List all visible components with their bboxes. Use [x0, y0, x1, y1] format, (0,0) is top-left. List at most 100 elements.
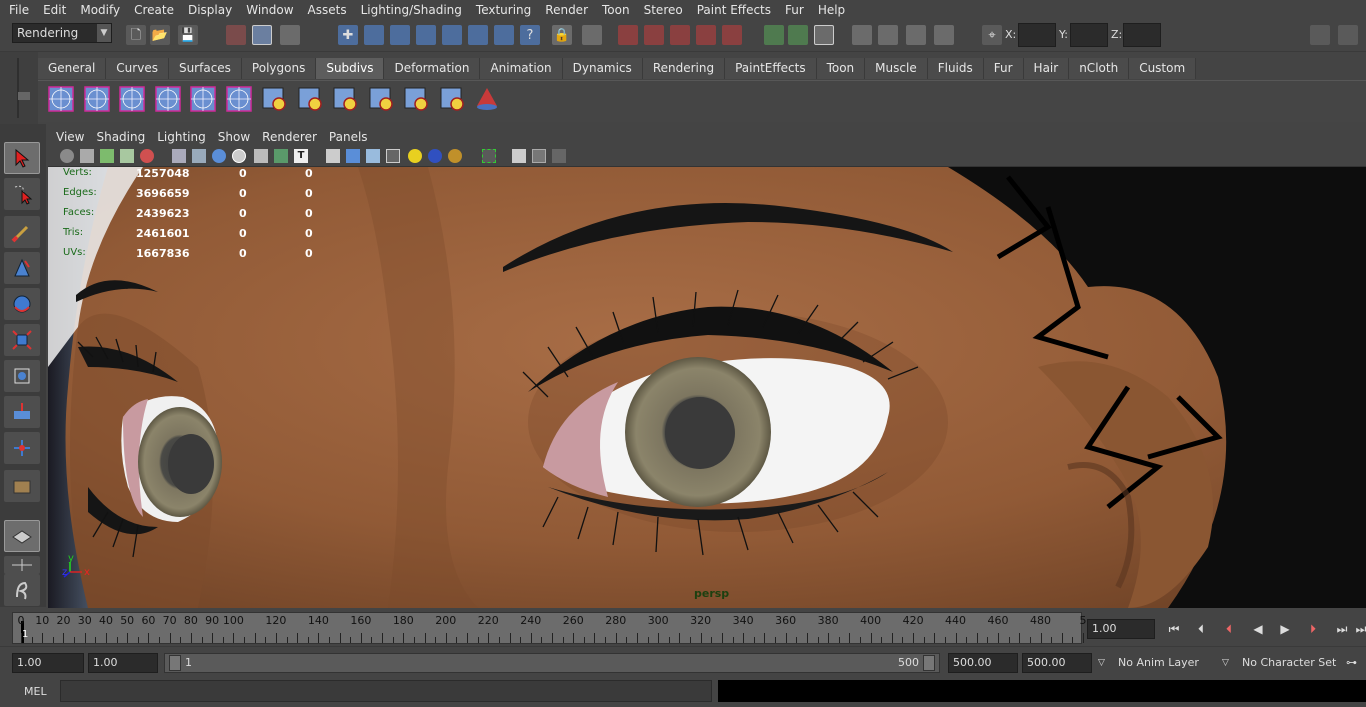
perspective-viewport[interactable]: Verts: 1257048 0 0 Edges: 3696659 0 0 Faces: 2439… — [48, 167, 1366, 608]
pick-deformations-icon[interactable] — [442, 25, 462, 45]
share-icon[interactable] — [552, 149, 566, 163]
shelf-tab-hair[interactable]: Hair — [1023, 58, 1070, 79]
smooth-shade-all-icon[interactable] — [192, 149, 206, 163]
shelf-tab-dynamics[interactable]: Dynamics — [562, 58, 643, 79]
grid-toggle-icon[interactable] — [140, 149, 154, 163]
shelf-tab-subdivs[interactable]: Subdivs — [316, 58, 385, 79]
shelf-tab-ncloth[interactable]: nCloth — [1069, 58, 1130, 79]
menu-window[interactable]: Window — [239, 0, 300, 21]
shelf-tab-toon[interactable]: Toon — [816, 58, 866, 79]
input-line-mode-icon[interactable]: ⌖ — [982, 25, 1002, 45]
shelf-tab-painteffects[interactable]: PaintEffects — [725, 58, 817, 79]
open-scene-icon[interactable]: 📂 — [150, 25, 170, 45]
shelf-tab-custom[interactable]: Custom — [1129, 58, 1197, 79]
subdiv-cylinder-icon[interactable] — [117, 84, 147, 114]
subdiv-tool-icon[interactable] — [295, 84, 325, 114]
menu-display[interactable]: Display — [181, 0, 239, 21]
range-start-handle[interactable] — [169, 655, 181, 671]
range-end-handle[interactable] — [923, 655, 935, 671]
lock-selection-icon[interactable]: 🔒 — [552, 25, 572, 45]
soft-modification-tool-icon[interactable] — [4, 396, 40, 428]
shelf-tab-surfaces[interactable]: Surfaces — [168, 58, 242, 79]
make-live-icon[interactable] — [722, 25, 742, 45]
pick-joints-icon[interactable] — [364, 25, 384, 45]
highlight-selection-icon[interactable] — [582, 25, 602, 45]
shelf-tab-fluids[interactable]: Fluids — [927, 58, 984, 79]
chevron-down-icon[interactable]: ▽ — [1222, 653, 1229, 673]
shaded-icon[interactable] — [346, 149, 360, 163]
play-forwards-icon[interactable]: ▶ — [1275, 620, 1295, 638]
subdiv-proxy-icon[interactable] — [472, 84, 502, 114]
new-scene-icon[interactable]: 🗋 — [126, 25, 146, 45]
image-plane-icon[interactable] — [120, 149, 134, 163]
single-perspective-layout-icon[interactable] — [4, 520, 40, 552]
snap-curve-icon[interactable] — [644, 25, 664, 45]
pick-handles-icon[interactable]: ✚ — [338, 25, 358, 45]
panel-menu-view[interactable]: View — [50, 130, 90, 144]
wireframe-on-shaded-icon[interactable] — [212, 149, 226, 163]
play-backwards-icon[interactable]: ◀ — [1248, 620, 1268, 638]
input-output-icon[interactable] — [764, 25, 784, 45]
shelf-tab-muscle[interactable]: Muscle — [865, 58, 928, 79]
textured-icon[interactable] — [274, 149, 288, 163]
shelf-tab-curves[interactable]: Curves — [106, 58, 169, 79]
shelf-tab-animation[interactable]: Animation — [480, 58, 563, 79]
hypershade-icon[interactable] — [906, 25, 926, 45]
time-ruler[interactable]: 1 0 10 20 30 40 50 60 70 80 90 100 120 140 160 180 200 2… — [12, 612, 1087, 644]
shelf-tab-deformation[interactable]: Deformation — [384, 58, 481, 79]
attribute-editor-icon[interactable] — [1310, 25, 1330, 45]
menu-file[interactable]: File — [2, 0, 36, 21]
shelf-tab-general[interactable]: General — [38, 58, 107, 79]
subdiv-tool-icon[interactable] — [366, 84, 396, 114]
panel-menu-panels[interactable]: Panels — [323, 130, 374, 144]
universal-manipulator-icon[interactable] — [4, 360, 40, 392]
outliner-layout-icon[interactable] — [4, 574, 40, 606]
subdiv-tool-icon[interactable] — [330, 84, 360, 114]
default-material-icon[interactable] — [254, 149, 268, 163]
anim-layer-dropdown[interactable]: No Anim Layer — [1112, 653, 1220, 673]
go-to-end-icon[interactable]: ⏭ — [1356, 620, 1366, 638]
menu-create[interactable]: Create — [127, 0, 181, 21]
x-input[interactable] — [1018, 23, 1056, 47]
y-input[interactable] — [1070, 23, 1108, 47]
isolate-select-icon[interactable] — [326, 149, 340, 163]
range-start-field[interactable]: 1.00 — [88, 653, 158, 673]
chevron-down-icon[interactable]: ▽ — [1098, 653, 1105, 673]
snap-grid-icon[interactable] — [618, 25, 638, 45]
menu-edit[interactable]: Edit — [36, 0, 73, 21]
subdiv-tool-icon[interactable] — [437, 84, 467, 114]
scale-tool-icon[interactable] — [4, 324, 40, 356]
snap-view-plane-icon[interactable] — [696, 25, 716, 45]
step-forward-frame-icon[interactable]: ⏭ — [1332, 620, 1352, 638]
subdiv-torus-icon[interactable] — [224, 84, 254, 114]
lasso-tool-icon[interactable] — [4, 178, 40, 210]
step-back-key-icon[interactable]: ⏴ — [1219, 620, 1239, 638]
xray-joints-icon[interactable] — [366, 149, 380, 163]
start-time-field[interactable]: 1.00 — [12, 653, 84, 673]
xray-icon[interactable] — [232, 149, 246, 163]
shadows-icon[interactable] — [408, 149, 422, 163]
script-language-label[interactable]: MEL — [24, 685, 47, 698]
move-tool-icon[interactable] — [4, 252, 40, 284]
panel-menu-renderer[interactable]: Renderer — [256, 130, 323, 144]
four-view-layout-icon[interactable] — [4, 556, 40, 574]
subdiv-tool-icon[interactable] — [401, 84, 431, 114]
shelf-tab-rendering[interactable]: Rendering — [642, 58, 726, 79]
save-scene-icon[interactable]: 💾 — [178, 25, 198, 45]
select-tool-icon[interactable] — [4, 142, 40, 174]
menu-modify[interactable]: Modify — [73, 0, 127, 21]
menu-texturing[interactable]: Texturing — [469, 0, 538, 21]
use-all-lights-icon[interactable]: T — [294, 149, 308, 163]
end-time-field[interactable]: 500.00 — [1022, 653, 1092, 673]
rotate-tool-icon[interactable] — [4, 288, 40, 320]
menu-paint-effects[interactable]: Paint Effects — [690, 0, 778, 21]
paint-select-tool-icon[interactable] — [4, 216, 40, 248]
step-forward-key-icon[interactable]: ⏵ — [1303, 620, 1323, 638]
key-icon[interactable]: ⊶ — [1346, 653, 1357, 673]
step-back-frame-icon[interactable]: ⏴ — [1191, 620, 1211, 638]
panel-menu-shading[interactable]: Shading — [90, 130, 151, 144]
pick-curves-icon[interactable] — [390, 25, 410, 45]
character-set-dropdown[interactable]: No Character Set — [1236, 653, 1344, 673]
subdiv-tool-icon[interactable] — [259, 84, 289, 114]
construction-history-icon[interactable] — [788, 25, 808, 45]
